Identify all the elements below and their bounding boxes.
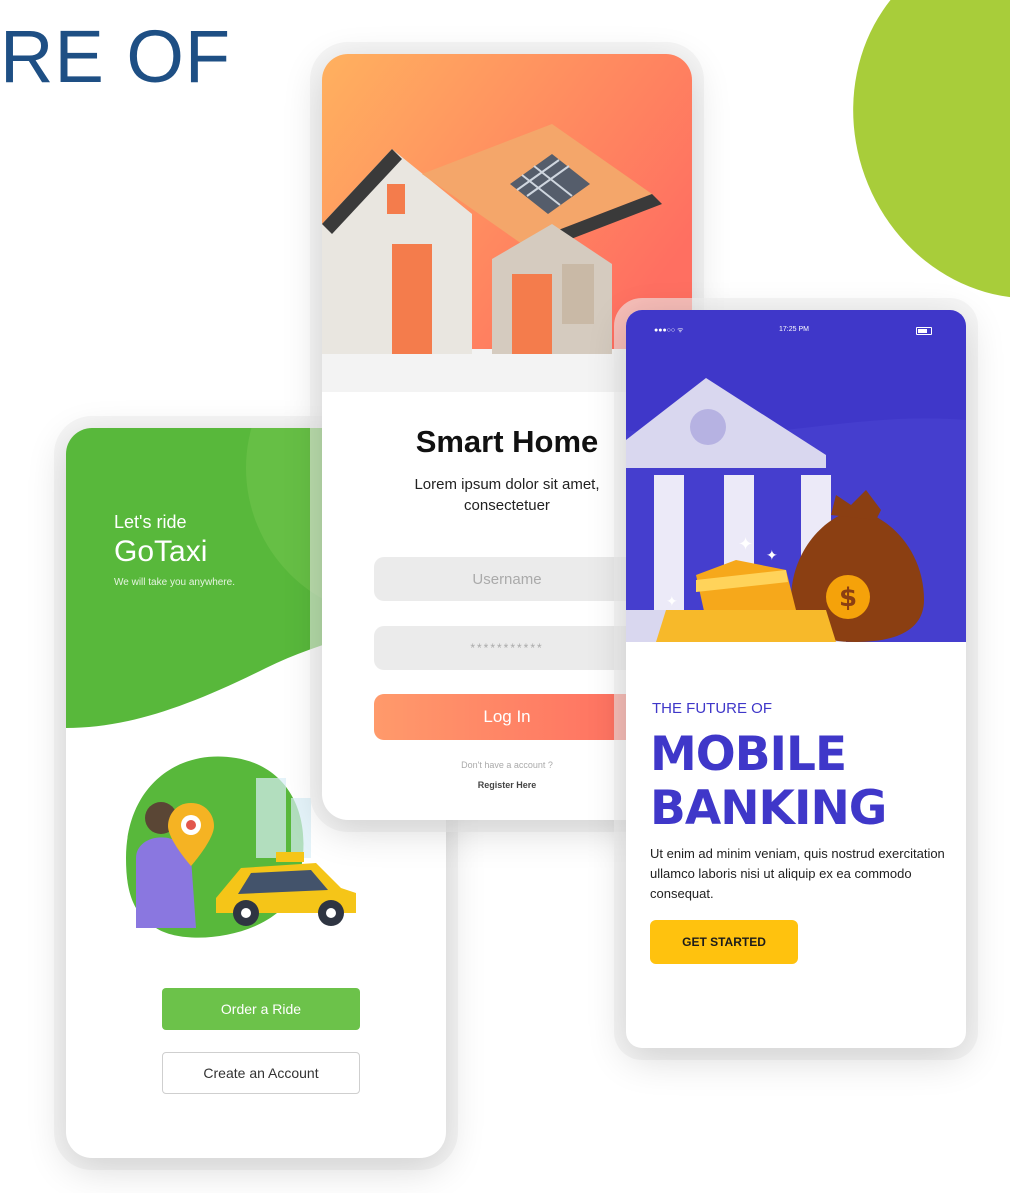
create-account-button[interactable]: Create an Account	[162, 1052, 360, 1094]
battery-icon	[916, 327, 932, 335]
gotaxi-subtitle: Let's ride	[114, 512, 187, 532]
gotaxi-brand: GoTaxi	[114, 535, 208, 568]
login-button[interactable]: Log In	[374, 694, 640, 740]
smart-home-description: Lorem ipsum dolor sit amet, consectetuer	[414, 476, 600, 514]
password-input[interactable]: ***********	[374, 626, 640, 670]
status-time: 17:25 PM	[779, 326, 809, 333]
decorative-green-shape	[803, 0, 1010, 346]
gotaxi-hero: Let's ride GoTaxi We will take you anywh…	[114, 512, 235, 588]
bank-kicker: THE FUTURE OF	[652, 700, 772, 717]
bank-headline-line-2: BANKING	[650, 781, 887, 836]
get-started-button[interactable]: GET STARTED	[650, 920, 798, 964]
username-input[interactable]: Username	[374, 557, 640, 601]
order-ride-button[interactable]: Order a Ride	[162, 988, 360, 1030]
mobile-banking-phone-screen: $ ✦ ✦ ✦ ●●●○○ ᯤ 17:25 PM THE FUTURE OF M…	[626, 310, 966, 1048]
bank-headline: MOBILE BANKING	[650, 727, 887, 836]
signal-icon: ●●●○○ ᯤ	[654, 327, 684, 334]
svg-text:✦: ✦	[738, 534, 753, 555]
status-bar: ●●●○○ ᯤ 17:25 PM	[626, 326, 966, 342]
bank-headline-line-1: MOBILE	[650, 727, 847, 782]
slide-title: RE OF	[0, 15, 232, 98]
bank-description: Ut enim ad minim veniam, quis nostrud ex…	[650, 846, 945, 901]
bank-hero-illustration: $ ✦ ✦ ✦	[626, 310, 966, 642]
svg-text:✦: ✦	[766, 548, 778, 564]
gotaxi-tagline: We will take you anywhere.	[114, 577, 235, 588]
svg-text:✦: ✦	[666, 594, 678, 610]
svg-text:$: $	[839, 583, 857, 613]
